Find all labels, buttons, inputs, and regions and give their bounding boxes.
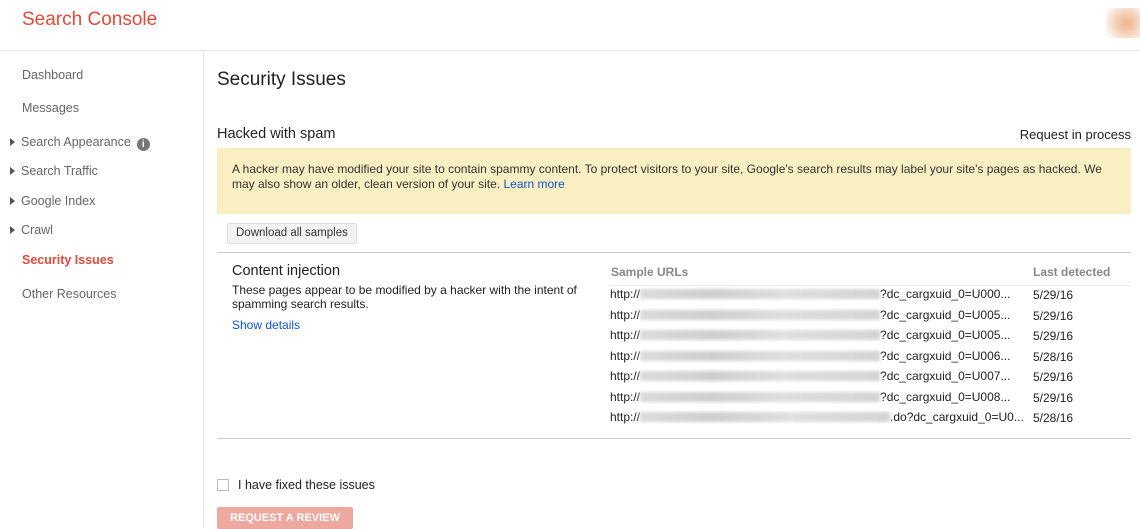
issue-type-heading: Hacked with spam bbox=[217, 126, 336, 142]
sidebar-item-label: Messages bbox=[22, 101, 79, 115]
sidebar-item-label: Search Traffic bbox=[21, 164, 98, 178]
issue-panel: Content injection These pages appear to … bbox=[217, 252, 1131, 439]
sample-url-link[interactable]: http:// ?dc_cargxuid_0=U005... bbox=[610, 328, 1028, 342]
sidebar-item-label: Other Resources bbox=[22, 287, 117, 301]
detected-date: 5/29/16 bbox=[1033, 288, 1074, 302]
show-details-link[interactable]: Show details bbox=[232, 318, 300, 332]
url-suffix: ?dc_cargxuid_0=U005... bbox=[880, 308, 1011, 322]
table-row: http:// ?dc_cargxuid_0=U008... 5/29/16 bbox=[610, 388, 1131, 408]
url-prefix: http:// bbox=[610, 308, 641, 322]
request-review-button[interactable]: REQUEST A REVIEW bbox=[217, 507, 353, 529]
sidebar-item-label: Security Issues bbox=[22, 253, 114, 267]
sample-url-link[interactable]: http:// ?dc_cargxuid_0=U005... bbox=[610, 308, 1028, 322]
sample-url-link[interactable]: http:// ?dc_cargxuid_0=U006... bbox=[610, 349, 1028, 363]
redacted-url bbox=[640, 412, 891, 422]
sidebar-item-other-resources[interactable]: Other Resources bbox=[22, 284, 116, 304]
expand-arrow-icon bbox=[10, 138, 15, 146]
url-prefix: http:// bbox=[610, 390, 641, 404]
sidebar-item-security-issues[interactable]: Security Issues bbox=[22, 250, 114, 270]
redacted-url bbox=[640, 351, 881, 361]
learn-more-link[interactable]: Learn more bbox=[503, 177, 564, 191]
sidebar-item-label: Search Appearance bbox=[21, 135, 131, 149]
top-header: Search Console bbox=[0, 0, 1140, 51]
detected-date: 5/28/16 bbox=[1033, 411, 1074, 425]
url-prefix: http:// bbox=[610, 287, 641, 301]
fixed-issues-checkbox[interactable] bbox=[217, 479, 229, 491]
sidebar-item-crawl[interactable]: Crawl bbox=[10, 220, 53, 240]
warning-text: A hacker may have modified your site to … bbox=[232, 162, 1102, 191]
detected-date: 5/29/16 bbox=[1033, 391, 1074, 405]
sidebar-item-label: Google Index bbox=[21, 194, 96, 208]
url-prefix: http:// bbox=[610, 410, 641, 424]
sidebar: Dashboard Messages Search Appearance i Se… bbox=[0, 51, 204, 528]
app-logo[interactable]: Search Console bbox=[22, 9, 157, 31]
avatar[interactable] bbox=[1106, 8, 1140, 38]
table-row: http:// ?dc_cargxuid_0=U005... 5/29/16 bbox=[610, 326, 1131, 346]
expand-arrow-icon bbox=[10, 197, 15, 205]
table-row: http:// ?dc_cargxuid_0=U007... 5/29/16 bbox=[610, 367, 1131, 387]
redacted-url bbox=[640, 392, 881, 402]
table-row: http:// ?dc_cargxuid_0=U006... 5/28/16 bbox=[610, 347, 1131, 367]
sidebar-item-google-index[interactable]: Google Index bbox=[10, 191, 95, 211]
issue-name: Content injection bbox=[232, 263, 341, 279]
url-prefix: http:// bbox=[610, 369, 641, 383]
table-row: http:// ?dc_cargxuid_0=U000... 5/29/16 bbox=[610, 285, 1131, 305]
sidebar-item-dashboard[interactable]: Dashboard bbox=[22, 65, 83, 85]
url-suffix: ?dc_cargxuid_0=U006... bbox=[880, 349, 1011, 363]
page-title: Security Issues bbox=[217, 69, 346, 90]
sidebar-item-messages[interactable]: Messages bbox=[22, 98, 79, 118]
url-suffix: ?dc_cargxuid_0=U005... bbox=[880, 328, 1011, 342]
url-prefix: http:// bbox=[610, 328, 641, 342]
fixed-issues-label[interactable]: I have fixed these issues bbox=[238, 478, 375, 492]
fixed-issues-row: I have fixed these issues bbox=[217, 478, 375, 492]
download-samples-label: Download all samples bbox=[236, 227, 348, 239]
expand-arrow-icon bbox=[10, 167, 15, 175]
expand-arrow-icon bbox=[10, 226, 15, 234]
table-row: http:// .do?dc_cargxuid_0=U0... 5/28/16 bbox=[610, 408, 1131, 428]
url-prefix: http:// bbox=[610, 349, 641, 363]
redacted-url bbox=[640, 289, 881, 299]
review-status: Request in process bbox=[1019, 127, 1131, 142]
sample-url-link[interactable]: http:// .do?dc_cargxuid_0=U0... bbox=[610, 410, 1028, 424]
sample-url-link[interactable]: http:// ?dc_cargxuid_0=U000... bbox=[610, 287, 1028, 301]
detected-date: 5/28/16 bbox=[1033, 350, 1074, 364]
download-samples-button[interactable]: Download all samples bbox=[227, 223, 357, 244]
sidebar-item-search-appearance[interactable]: Search Appearance i bbox=[10, 132, 150, 152]
detected-date: 5/29/16 bbox=[1033, 309, 1074, 323]
url-suffix: ?dc_cargxuid_0=U000... bbox=[880, 287, 1011, 301]
column-header-last-detected: Last detected bbox=[1033, 265, 1111, 279]
url-suffix: .do?dc_cargxuid_0=U0... bbox=[890, 410, 1024, 424]
sidebar-item-label: Dashboard bbox=[22, 68, 84, 82]
url-suffix: ?dc_cargxuid_0=U008... bbox=[880, 390, 1011, 404]
row-divider bbox=[610, 285, 1131, 286]
url-suffix: ?dc_cargxuid_0=U007... bbox=[880, 369, 1011, 383]
sidebar-item-search-traffic[interactable]: Search Traffic bbox=[10, 161, 98, 181]
detected-date: 5/29/16 bbox=[1033, 370, 1074, 384]
info-icon[interactable]: i bbox=[136, 138, 150, 151]
sidebar-item-label: Crawl bbox=[21, 223, 53, 237]
redacted-url bbox=[640, 330, 881, 340]
sample-url-link[interactable]: http:// ?dc_cargxuid_0=U008... bbox=[610, 390, 1028, 404]
warning-banner: A hacker may have modified your site to … bbox=[217, 148, 1131, 214]
redacted-url bbox=[640, 310, 881, 320]
redacted-url bbox=[640, 371, 881, 381]
detected-date: 5/29/16 bbox=[1033, 329, 1074, 343]
sample-url-link[interactable]: http:// ?dc_cargxuid_0=U007... bbox=[610, 369, 1028, 383]
table-row: http:// ?dc_cargxuid_0=U005... 5/29/16 bbox=[610, 306, 1131, 326]
issue-description: These pages appear to be modified by a h… bbox=[232, 283, 577, 311]
column-header-sample-urls: Sample URLs bbox=[611, 265, 689, 279]
